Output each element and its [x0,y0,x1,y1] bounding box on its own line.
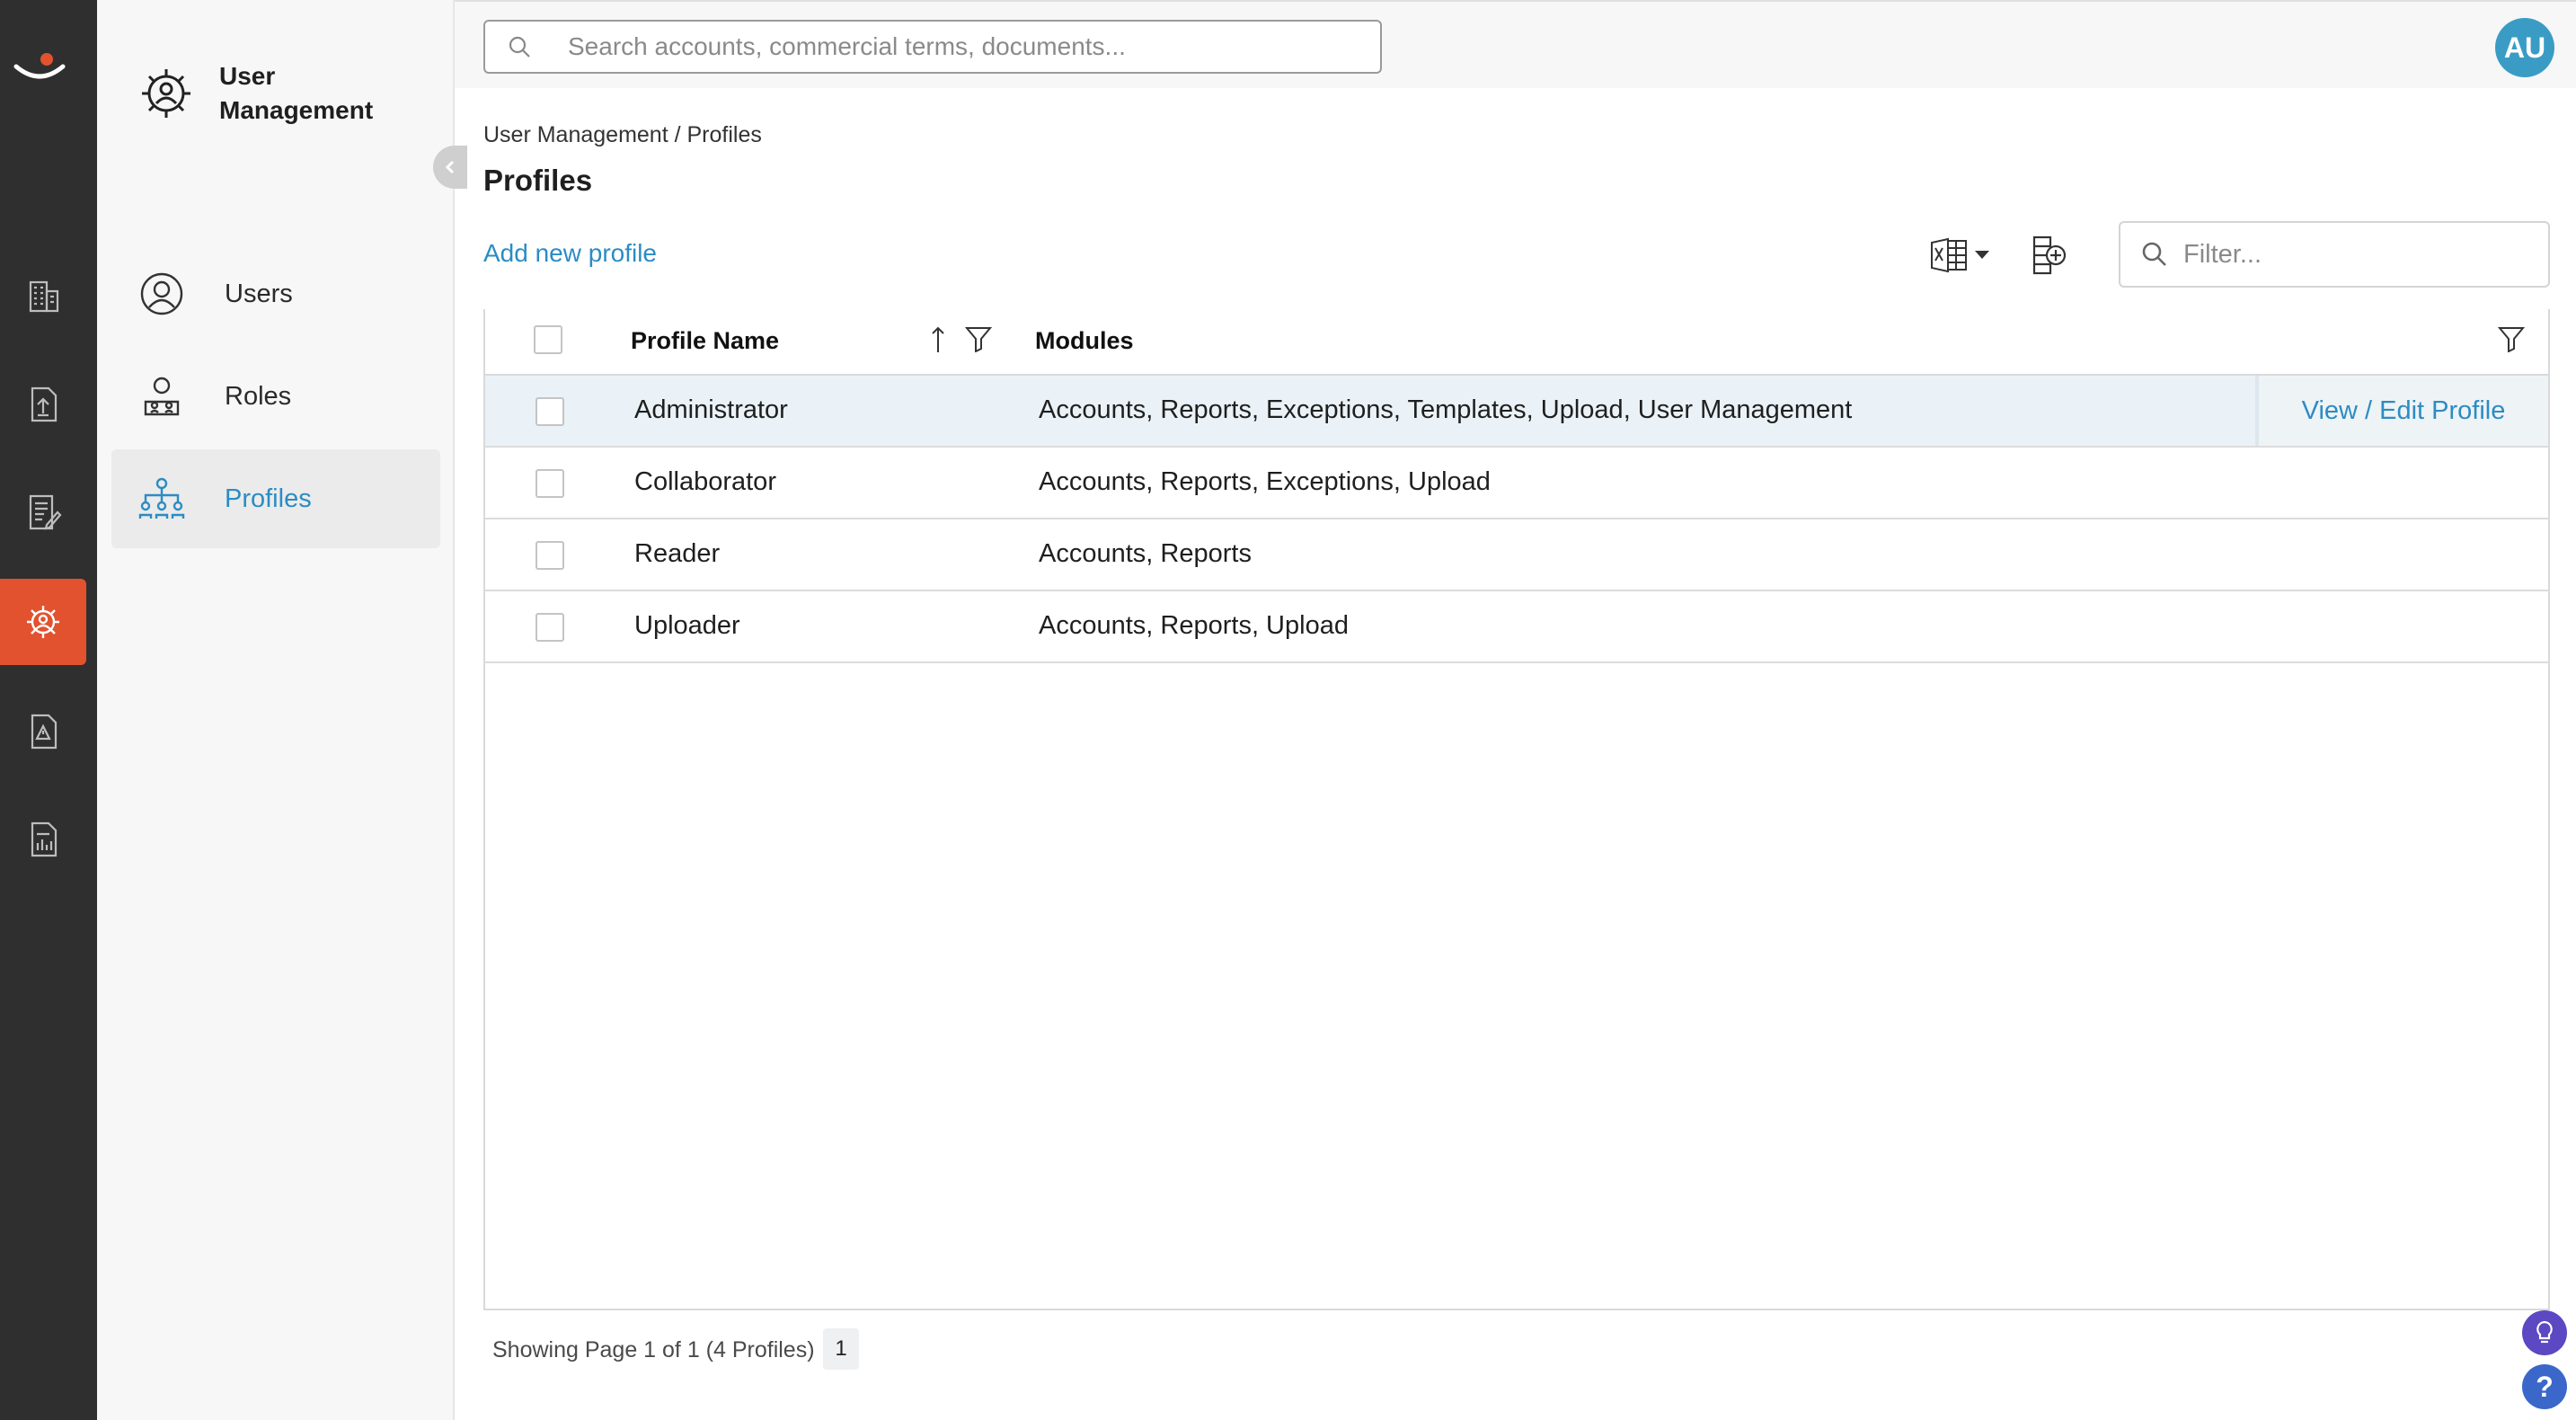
export-excel-button[interactable] [1928,232,1996,279]
modules-cell: Accounts, Reports, Upload [1039,611,1349,640]
column-settings-icon [2032,235,2067,275]
profile-name-cell: Administrator [634,395,788,424]
help-question-icon: ? [2536,1370,2554,1403]
rail-user-management[interactable] [0,579,86,665]
column-settings-button[interactable] [2029,230,2068,280]
sidebar-item-label: Profiles [225,484,312,513]
search-icon [2142,242,2166,266]
top-bar: AU [455,0,2576,88]
row-checkbox[interactable] [536,397,564,426]
sidebar-item-roles[interactable]: Roles [111,347,440,446]
building-icon [29,280,59,313]
breadcrumb: User Management / Profiles [483,122,762,147]
module-header: User Management [137,59,390,128]
search-input[interactable] [568,32,1359,61]
add-profile-link[interactable]: Add new profile [483,239,657,268]
brand-logo-mark [13,53,66,79]
table-row[interactable]: Reader Accounts, Reports [485,519,2548,591]
rail-upload[interactable] [0,361,86,448]
table-row[interactable]: Administrator Accounts, Reports, Excepti… [485,376,2548,448]
global-search [483,20,1382,74]
excel-icon [1931,237,1967,273]
exception-icon [31,714,58,750]
rail-exceptions[interactable] [0,688,86,775]
profiles-table: Profile Name Modules Administrator Accou… [483,309,2550,1310]
user-circle-icon [140,272,183,315]
profile-name-cell: Collaborator [634,467,776,496]
page-title: Profiles [483,164,593,197]
hierarchy-icon [138,477,185,519]
pagination-summary: Showing Page 1 of 1 (4 Profiles) [492,1337,815,1362]
sidebar-item-label: Roles [225,381,292,411]
view-edit-profile-button[interactable]: View / Edit Profile [2255,376,2548,446]
report-icon [31,821,58,857]
module-sidebar: User Management Users Roles Profiles [97,0,467,1420]
rail-reports[interactable] [0,796,86,883]
table-header: Profile Name Modules [485,309,2548,376]
upload-icon [31,386,58,422]
filter-input[interactable] [2183,239,2543,270]
tips-button[interactable] [2522,1310,2567,1355]
help-button[interactable]: ? [2522,1364,2567,1409]
settings-gear-icon [27,606,59,638]
rail-accounts[interactable] [0,253,86,340]
page-number-button[interactable]: 1 [823,1328,859,1370]
column-header-modules[interactable]: Modules [1035,327,1134,355]
module-title: User Management [219,62,374,124]
modules-cell: Accounts, Reports, Exceptions, Templates… [1039,395,1853,424]
document-edit-icon [29,494,62,530]
chevron-left-icon [445,160,455,174]
table-row[interactable]: Collaborator Accounts, Reports, Exceptio… [485,448,2548,519]
select-all-checkbox[interactable] [534,325,562,354]
rail-documents[interactable] [0,469,86,555]
user-management-gear-icon [142,69,190,118]
avatar[interactable]: AU [2495,18,2554,77]
app-rail [0,0,97,1420]
sidebar-item-profiles[interactable]: Profiles [111,449,440,548]
sidebar-item-label: Users [225,279,293,308]
sidebar-nav: Users Roles Profiles [111,244,440,552]
sidebar-item-users[interactable]: Users [111,244,440,343]
caret-down-icon [1975,251,1989,259]
search-icon [509,36,530,58]
brand-logo[interactable] [13,47,66,92]
modules-cell: Accounts, Reports [1039,539,1252,568]
filter-icon[interactable] [2498,325,2525,352]
profile-name-cell: Uploader [634,611,740,640]
collapse-sidebar-button[interactable] [433,146,467,189]
table-filter [2119,221,2550,288]
profile-name-cell: Reader [634,539,721,568]
modules-cell: Accounts, Reports, Exceptions, Upload [1039,467,1491,496]
column-header-profile-name[interactable]: Profile Name [631,327,779,355]
lightbulb-icon [2536,1320,2553,1344]
row-checkbox[interactable] [536,541,564,570]
row-checkbox[interactable] [536,613,564,642]
table-row[interactable]: Uploader Accounts, Reports, Upload [485,591,2548,663]
filter-icon[interactable] [965,325,992,352]
roles-icon [144,377,180,416]
row-checkbox[interactable] [536,469,564,498]
sort-ascending-icon[interactable] [931,325,945,354]
